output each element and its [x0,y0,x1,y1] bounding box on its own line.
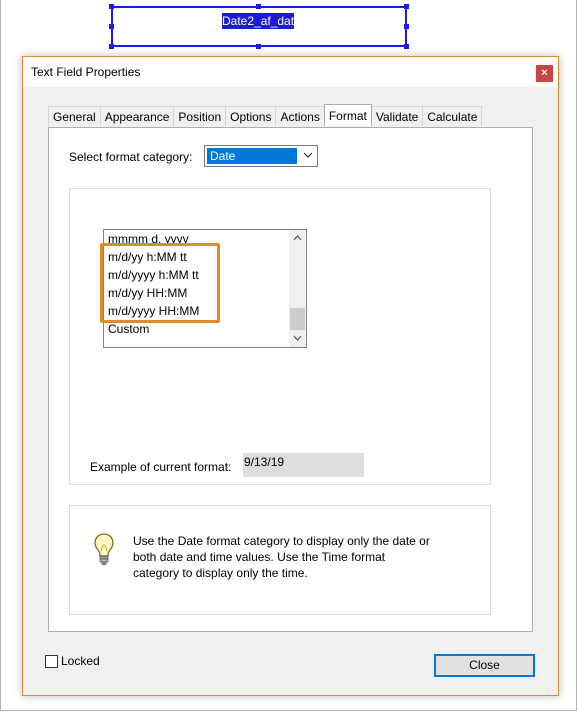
resize-handle[interactable] [404,4,409,9]
locked-checkbox[interactable] [45,655,58,668]
field-name-label: Date2_af_date [222,13,301,29]
title-bar[interactable]: Text Field Properties × [23,57,558,87]
tab-options[interactable]: Options [225,106,277,126]
format-category-label: Select format category: [69,150,193,164]
format-category-value: Date [207,148,297,164]
tab-validate[interactable]: Validate [370,106,424,126]
list-scrollbar[interactable] [289,230,306,347]
resize-handle[interactable] [404,44,409,49]
resize-handle[interactable] [109,24,114,29]
tab-appearance[interactable]: Appearance [99,106,175,126]
tab-position[interactable]: Position [173,106,227,126]
close-button[interactable]: Close [434,654,535,677]
tab-format[interactable]: Format [323,104,372,126]
format-category-select[interactable]: Date [204,145,318,167]
format-options-group: mmmm d, yyyy m/d/yy h:MM tt m/d/yyyy h:M… [69,188,491,485]
tab-strip: General Appearance Position Options Acti… [48,104,483,127]
format-info-box: Use the Date format category to display … [69,505,491,615]
locked-label: Locked [61,654,100,668]
format-info-text: Use the Date format category to display … [133,534,430,580]
resize-handle[interactable] [256,44,261,49]
tab-calculate[interactable]: Calculate [422,106,483,126]
example-format-value: 9/13/19 [243,453,364,477]
tab-general[interactable]: General [48,106,101,126]
resize-handle[interactable] [109,4,114,9]
scroll-thumb[interactable] [290,308,305,330]
example-format-label: Example of current format: [90,460,232,474]
resize-handle[interactable] [404,24,409,29]
resize-handle[interactable] [109,44,114,49]
dialog-title: Text Field Properties [31,65,141,79]
chevron-up-icon[interactable] [289,230,306,247]
chevron-down-icon[interactable] [289,330,306,347]
text-field-properties-dialog: Text Field Properties × General Appearan… [22,56,559,696]
resize-handle[interactable] [256,4,261,9]
highlighted-time-formats [100,243,220,323]
close-icon[interactable]: × [536,65,553,82]
tab-actions[interactable]: Actions [275,106,325,126]
chevron-down-icon[interactable] [299,146,317,166]
format-tab-panel: Select format category: Date mmmm d, yyy… [48,127,533,632]
lightbulb-icon [93,532,115,568]
